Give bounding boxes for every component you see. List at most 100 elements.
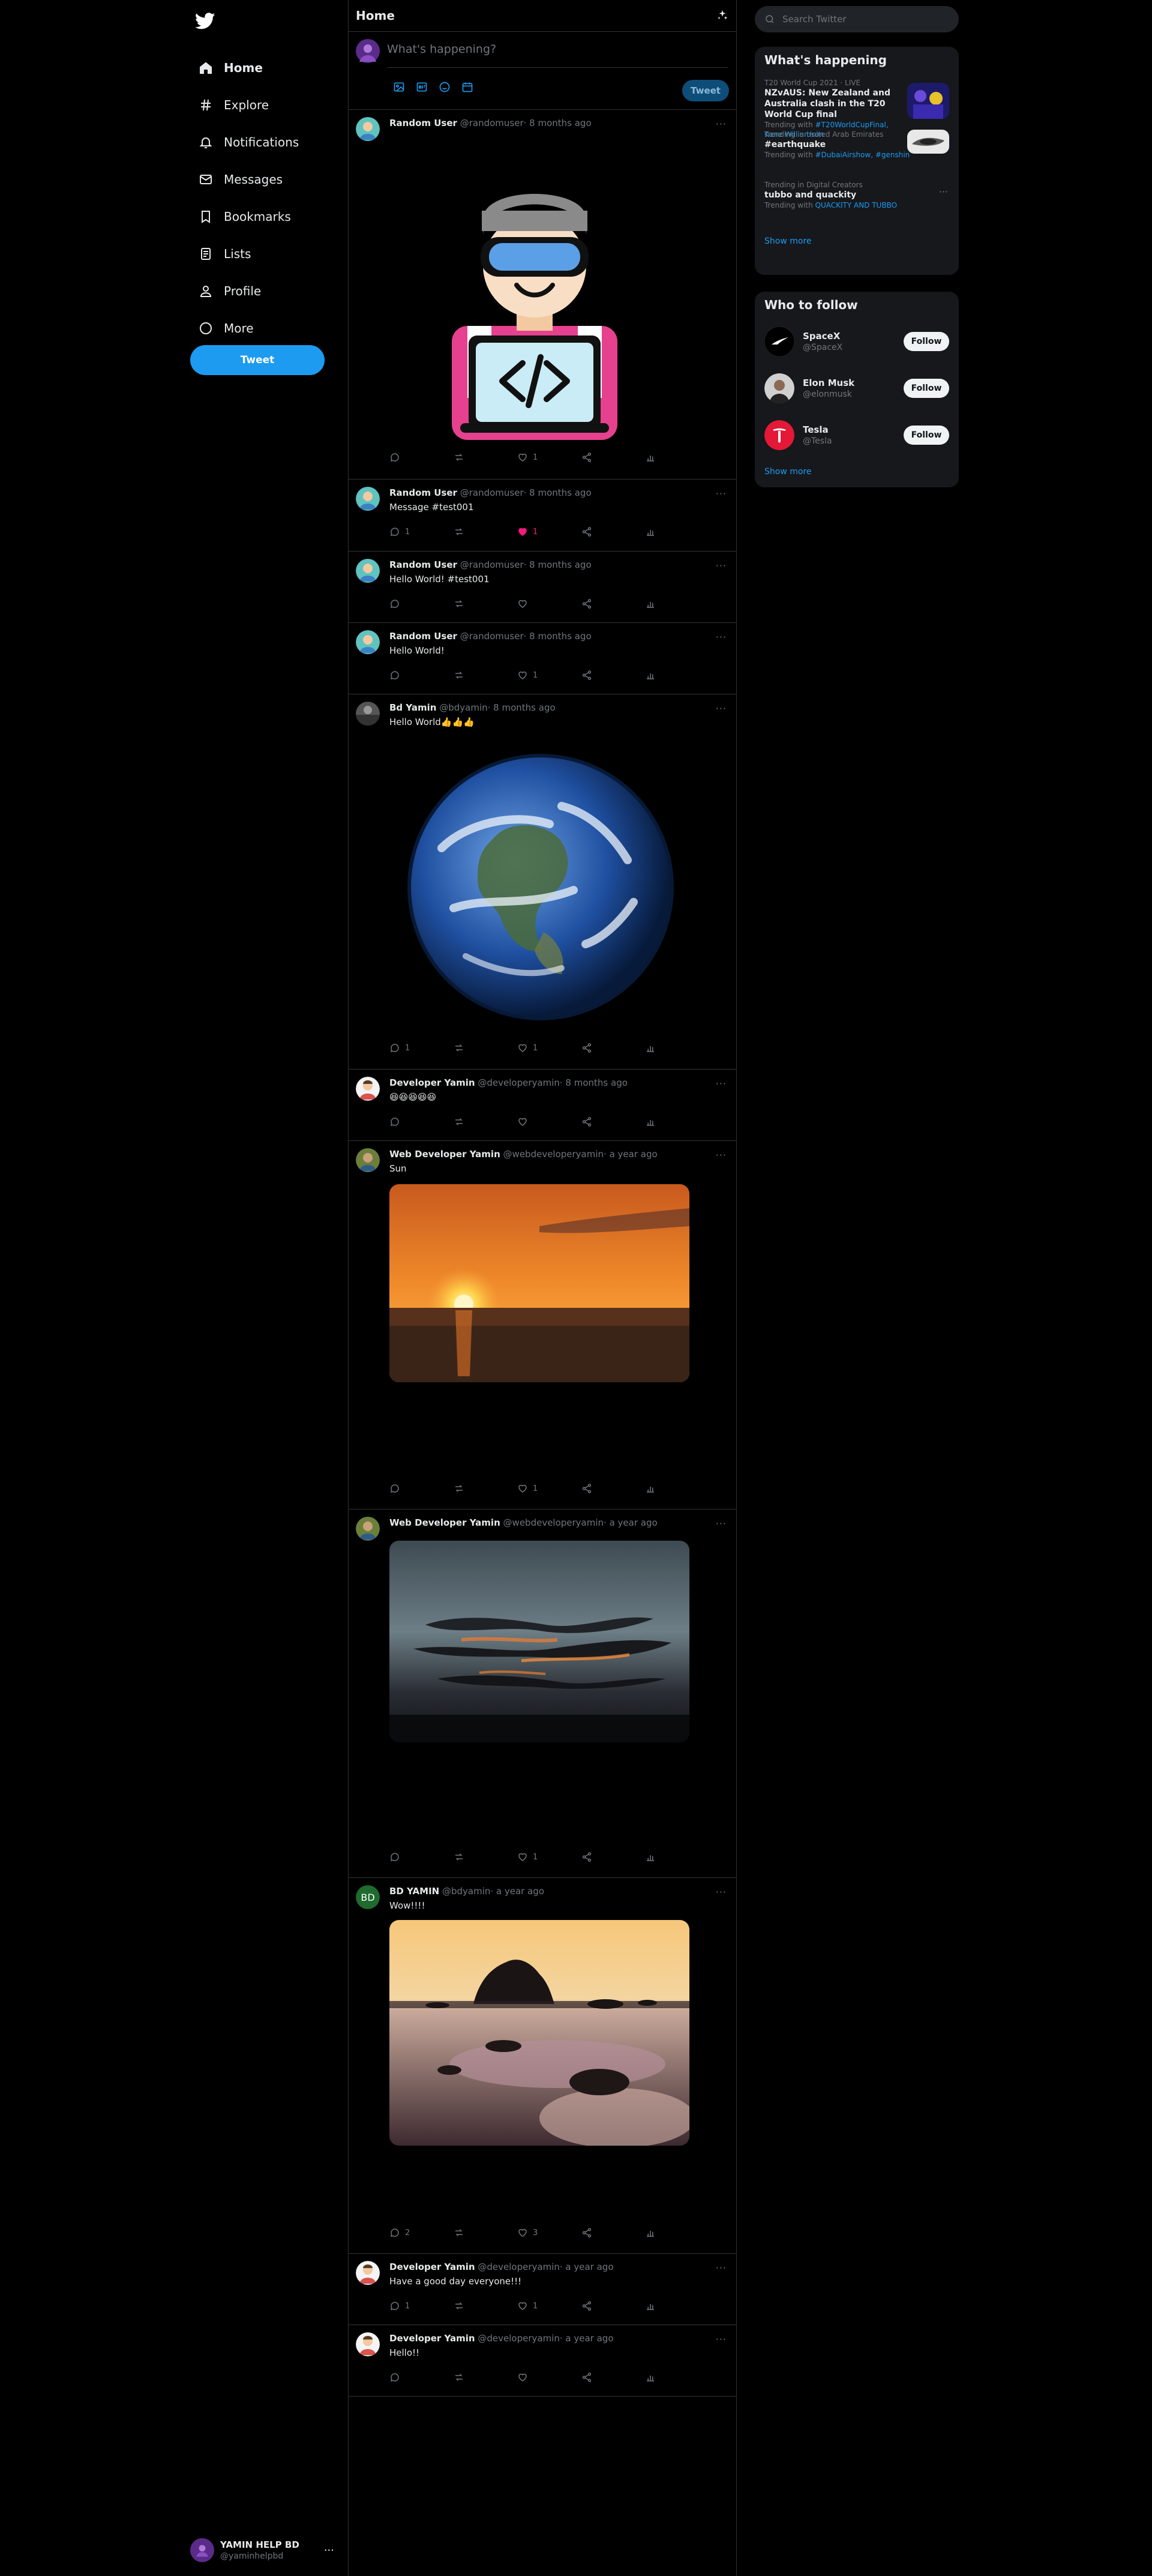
like-button[interactable]: 1 (517, 2301, 559, 2311)
tweet-timestamp[interactable]: · 8 months ago (524, 631, 592, 642)
like-button[interactable]: 3 (517, 2227, 559, 2238)
tweet-timestamp[interactable]: · a year ago (490, 1886, 544, 1897)
reply-button[interactable] (389, 1852, 431, 1862)
trend-link[interactable]: #DubaiAirshow, #genshin (815, 151, 910, 159)
post-tweet-button[interactable]: Tweet (682, 80, 729, 101)
reply-button[interactable]: 1 (389, 2301, 431, 2311)
avatar[interactable] (356, 630, 380, 654)
tweet-timestamp[interactable]: · a year ago (560, 2333, 614, 2344)
more-dots-icon[interactable]: ··· (716, 488, 727, 499)
tweet[interactable]: Developer Yamin @developeryamin· a year … (349, 2254, 736, 2325)
tweet-timestamp[interactable]: · a year ago (604, 1149, 658, 1160)
more-dots-icon[interactable]: ··· (716, 1078, 727, 1089)
retweet-button[interactable] (454, 598, 496, 609)
reply-button[interactable]: 1 (389, 526, 431, 537)
reply-button[interactable] (389, 1116, 431, 1127)
tweet-timestamp[interactable]: · a year ago (560, 2262, 614, 2272)
like-button[interactable]: 1 (517, 1852, 559, 1862)
avatar[interactable] (356, 1077, 380, 1101)
share-button[interactable] (581, 2372, 623, 2383)
analytics-button[interactable] (645, 670, 687, 681)
tweet[interactable]: Developer Yamin @developeryamin· 8 month… (349, 1070, 736, 1141)
nav-item-bookmarks[interactable]: Bookmarks (189, 198, 333, 235)
like-button[interactable]: 1 (517, 1483, 559, 1494)
more-dots-icon[interactable]: ··· (716, 560, 727, 571)
more-dots-icon[interactable]: ··· (716, 1518, 727, 1529)
reply-button[interactable] (389, 452, 431, 463)
tweet-timestamp[interactable]: · 8 months ago (524, 487, 592, 498)
show-more-link[interactable]: Show more (755, 228, 959, 254)
share-button[interactable] (581, 598, 623, 609)
reply-button[interactable] (389, 670, 431, 681)
gif-icon[interactable] (415, 80, 429, 94)
tweet-author-name[interactable]: Bd Yamin (389, 702, 436, 713)
retweet-button[interactable] (454, 1852, 496, 1862)
tweet-author-name[interactable]: Random User (389, 559, 457, 570)
reply-button[interactable] (389, 1483, 431, 1494)
retweet-button[interactable] (454, 1043, 496, 1053)
tweet-button[interactable]: Tweet (190, 345, 325, 375)
analytics-button[interactable] (645, 1116, 687, 1127)
follow-button[interactable]: Follow (904, 332, 949, 351)
tweet-image[interactable] (427, 146, 643, 440)
tweet-author-name[interactable]: Developer Yamin (389, 2262, 475, 2272)
follow-button[interactable]: Follow (904, 379, 949, 398)
tweet-image[interactable] (389, 1920, 689, 2146)
nav-item-lists[interactable]: Lists (189, 235, 333, 272)
tweet[interactable]: Random User @randomuser· 8 months ago ··… (349, 552, 736, 623)
tweet-author-name[interactable]: Developer Yamin (389, 1077, 475, 1088)
image-icon[interactable] (392, 80, 406, 94)
trend-item[interactable]: Trending in United Arab Emirates #earthq… (755, 130, 959, 180)
like-button[interactable] (517, 2372, 559, 2383)
sparkle-icon[interactable] (716, 9, 729, 22)
more-dots-icon[interactable]: ··· (716, 118, 727, 130)
retweet-button[interactable] (454, 2301, 496, 2311)
share-button[interactable] (581, 2227, 623, 2238)
avatar[interactable] (356, 2332, 380, 2356)
avatar[interactable]: BD (356, 1885, 380, 1909)
analytics-button[interactable] (645, 2301, 687, 2311)
analytics-button[interactable] (645, 2227, 687, 2238)
tweet[interactable]: Random User @randomuser· 8 months ago ··… (349, 480, 736, 552)
tweet-author-name[interactable]: Developer Yamin (389, 2333, 475, 2344)
tweet-timestamp[interactable]: · 8 months ago (524, 559, 592, 570)
follow-suggestion[interactable]: Tesla @Tesla Follow (755, 412, 959, 459)
more-dots-icon[interactable]: ··· (716, 1886, 727, 1898)
avatar[interactable] (356, 487, 380, 511)
tweet-timestamp[interactable]: · 8 months ago (488, 702, 556, 713)
avatar[interactable] (356, 559, 380, 583)
retweet-button[interactable] (454, 670, 496, 681)
tweet[interactable]: BD BD YAMIN @bdyamin· a year ago ··· Wow… (349, 1878, 736, 2254)
reply-button[interactable] (389, 2372, 431, 2383)
trend-item[interactable]: T20 World Cup 2021 · LIVE NZvAUS: New Ze… (755, 78, 959, 139)
like-button[interactable] (517, 598, 559, 609)
more-dots-icon[interactable]: ··· (716, 703, 727, 714)
like-button[interactable]: 1 (517, 526, 559, 537)
analytics-button[interactable] (645, 1043, 687, 1053)
share-button[interactable] (581, 1116, 623, 1127)
avatar[interactable] (356, 2261, 380, 2285)
tweet-author-name[interactable]: Web Developer Yamin (389, 1149, 500, 1160)
analytics-button[interactable] (645, 1852, 687, 1862)
analytics-button[interactable] (645, 1483, 687, 1494)
tweet[interactable]: Web Developer Yamin @webdeveloperyamin· … (349, 1141, 736, 1509)
tweet-author-name[interactable]: Web Developer Yamin (389, 1517, 500, 1528)
retweet-button[interactable] (454, 526, 496, 537)
tweet-timestamp[interactable]: · 8 months ago (524, 118, 592, 128)
tweet-author-name[interactable]: Random User (389, 487, 457, 498)
more-dots-icon[interactable]: ··· (716, 631, 727, 643)
like-button[interactable]: 1 (517, 1043, 559, 1053)
search-input[interactable] (782, 14, 938, 25)
nav-item-home[interactable]: Home (189, 49, 333, 86)
nav-item-explore[interactable]: Explore (189, 86, 333, 124)
share-button[interactable] (581, 1043, 623, 1053)
share-button[interactable] (581, 1852, 623, 1862)
share-button[interactable] (581, 526, 623, 537)
tweet-author-name[interactable]: Random User (389, 118, 457, 128)
reply-button[interactable]: 2 (389, 2227, 431, 2238)
tweet[interactable]: Web Developer Yamin @webdeveloperyamin· … (349, 1509, 736, 1878)
follow-suggestion[interactable]: SpaceX @SpaceX Follow (755, 318, 959, 365)
show-more-link[interactable]: Show more (755, 459, 959, 485)
like-button[interactable]: 1 (517, 452, 559, 463)
like-button[interactable] (517, 1116, 559, 1127)
